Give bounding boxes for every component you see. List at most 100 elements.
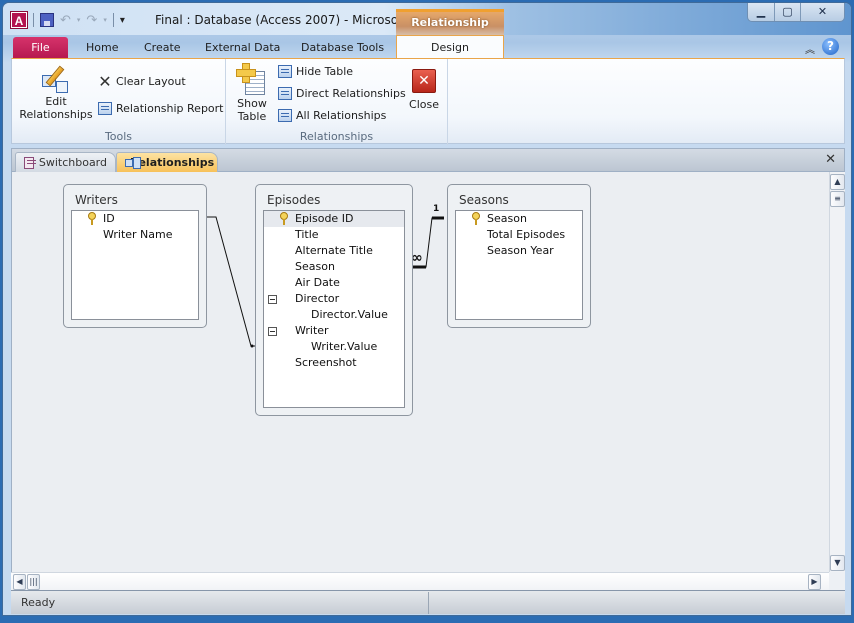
redo-icon[interactable]: ↷ xyxy=(86,13,97,28)
field-name: Season xyxy=(295,260,335,273)
status-separator xyxy=(428,592,429,614)
field-row[interactable]: Alternate Title xyxy=(264,243,404,259)
field-name: ID xyxy=(103,212,115,225)
show-table-button[interactable]: Show Table xyxy=(232,63,272,123)
field-row[interactable]: Title xyxy=(264,227,404,243)
title-bar: A ↶ ▾ ↷ ▾ ▾ Final : Database (Access 200… xyxy=(3,3,851,51)
field-row[interactable]: Director xyxy=(264,291,404,307)
horizontal-scroll-thumb[interactable]: ||| xyxy=(27,574,40,590)
scroll-left-icon[interactable]: ◀ xyxy=(13,574,26,590)
doc-tab-switchboard-label: Switchboard xyxy=(38,156,107,169)
tab-design[interactable]: Design xyxy=(396,35,504,59)
tab-file[interactable]: File xyxy=(13,37,68,59)
table-writers[interactable]: Writers ID Writer Name xyxy=(63,184,207,328)
status-bar: Ready xyxy=(11,590,845,614)
hide-table-button[interactable]: Hide Table xyxy=(278,65,353,78)
field-name: Alternate Title xyxy=(295,244,373,257)
maximize-button[interactable]: ▢ xyxy=(774,3,800,21)
doc-tab-relationships[interactable]: Relationships xyxy=(116,152,218,172)
undo-dropdown-icon[interactable]: ▾ xyxy=(77,16,81,24)
all-relationships-icon xyxy=(278,109,292,122)
tab-database-tools[interactable]: Database Tools xyxy=(301,41,384,54)
table-writers-field-list[interactable]: ID Writer Name xyxy=(71,210,199,320)
customize-qat-icon[interactable]: ▾ xyxy=(120,15,125,26)
close-window-button[interactable]: ✕ xyxy=(800,3,844,21)
field-row[interactable]: Writer Name xyxy=(72,227,198,243)
quick-access-toolbar: A ↶ ▾ ↷ ▾ ▾ xyxy=(10,11,125,29)
field-name: Season Year xyxy=(487,244,554,257)
field-row[interactable]: ID xyxy=(72,211,198,227)
one-cardinality-label: 1 xyxy=(433,204,440,214)
primary-key-icon xyxy=(88,212,96,225)
direct-relationships-icon xyxy=(278,87,292,100)
relationship-tools-context-header: Relationship Tools xyxy=(396,9,504,51)
minimize-button[interactable]: ▁ xyxy=(748,3,774,21)
minimize-ribbon-icon[interactable]: ︽ xyxy=(805,41,815,56)
field-name: Director.Value xyxy=(311,308,388,321)
field-name: Episode ID xyxy=(295,212,354,225)
tab-external-data[interactable]: External Data xyxy=(205,41,280,54)
doc-tab-relationships-label: Relationships xyxy=(130,156,215,169)
field-row[interactable]: Writer xyxy=(264,323,404,339)
field-row[interactable]: Writer.Value xyxy=(264,339,404,355)
relationship-writers-episodes[interactable] xyxy=(202,215,261,348)
close-relationships-button[interactable]: ✕ Close xyxy=(408,69,440,111)
all-relationships-button[interactable]: All Relationships xyxy=(278,109,386,122)
save-icon[interactable] xyxy=(40,13,54,27)
collapse-icon[interactable] xyxy=(268,295,277,304)
direct-relationships-button[interactable]: Direct Relationships xyxy=(278,87,406,100)
field-row[interactable]: Director.Value xyxy=(264,307,404,323)
field-row[interactable]: Screenshot xyxy=(264,355,404,371)
field-name: Season xyxy=(487,212,527,225)
field-row[interactable]: Episode ID xyxy=(264,211,404,227)
qat-separator xyxy=(33,13,34,27)
horizontal-scrollbar[interactable]: ◀ ||| ▶ xyxy=(11,572,829,590)
edit-relationships-label-2: Relationships xyxy=(19,108,93,121)
field-name: Writer Name xyxy=(103,228,173,241)
clear-layout-button[interactable]: ✕ Clear Layout xyxy=(98,72,186,91)
vertical-scrollbar[interactable]: ▲ ≡ ▼ xyxy=(829,172,845,572)
all-relationships-label: All Relationships xyxy=(296,109,387,122)
show-table-icon xyxy=(236,63,268,97)
relationships-canvas[interactable]: 1 ∞ Writers ID Writer Name Episodes Epis… xyxy=(11,172,829,572)
field-row[interactable]: Season xyxy=(264,259,404,275)
scroll-up-icon[interactable]: ▲ xyxy=(830,174,845,190)
collapse-icon[interactable] xyxy=(268,327,277,336)
vertical-scroll-thumb[interactable]: ≡ xyxy=(830,191,845,207)
doc-tab-switchboard[interactable]: Switchboard xyxy=(15,152,116,172)
scroll-corner xyxy=(829,572,845,590)
clear-layout-label: Clear Layout xyxy=(116,75,186,88)
undo-icon[interactable]: ↶ xyxy=(60,13,71,28)
table-episodes[interactable]: Episodes Episode ID Title Alternate Titl… xyxy=(255,184,413,416)
field-name: Air Date xyxy=(295,276,340,289)
ribbon-group-relationships: Show Table Hide Table Direct Relationshi… xyxy=(226,59,448,145)
scroll-right-icon[interactable]: ▶ xyxy=(808,574,821,590)
group-label-tools: Tools xyxy=(104,130,133,143)
field-row[interactable]: Total Episodes xyxy=(456,227,582,243)
hide-table-icon xyxy=(278,65,292,78)
close-document-icon[interactable]: ✕ xyxy=(825,152,836,167)
show-table-label-1: Show xyxy=(237,97,267,110)
relationship-report-label: Relationship Report xyxy=(116,102,224,115)
table-seasons-field-list[interactable]: Season Total Episodes Season Year xyxy=(455,210,583,320)
status-text: Ready xyxy=(21,596,56,609)
field-row[interactable]: Air Date xyxy=(264,275,404,291)
qat-separator xyxy=(112,13,114,27)
tab-home[interactable]: Home xyxy=(86,41,118,54)
table-episodes-field-list[interactable]: Episode ID Title Alternate Title Season … xyxy=(263,210,405,408)
relationship-report-button[interactable]: Relationship Report xyxy=(98,102,224,115)
scroll-down-icon[interactable]: ▼ xyxy=(830,555,845,571)
edit-relationships-button[interactable]: Edit Relationships xyxy=(16,63,96,121)
table-writers-title: Writers xyxy=(75,193,118,207)
redo-dropdown-icon[interactable]: ▾ xyxy=(103,16,107,24)
field-row[interactable]: Season Year xyxy=(456,243,582,259)
field-name: Director xyxy=(295,292,340,305)
help-icon[interactable]: ? xyxy=(822,38,839,55)
close-red-x-icon: ✕ xyxy=(412,69,436,93)
table-seasons[interactable]: Seasons Season Total Episodes Season Yea… xyxy=(447,184,591,328)
field-row[interactable]: Season xyxy=(456,211,582,227)
access-app-icon[interactable]: A xyxy=(10,11,28,29)
tab-create[interactable]: Create xyxy=(144,41,181,54)
ribbon: Edit Relationships ✕ Clear Layout Relati… xyxy=(11,58,845,145)
show-table-label-2: Table xyxy=(237,110,267,123)
